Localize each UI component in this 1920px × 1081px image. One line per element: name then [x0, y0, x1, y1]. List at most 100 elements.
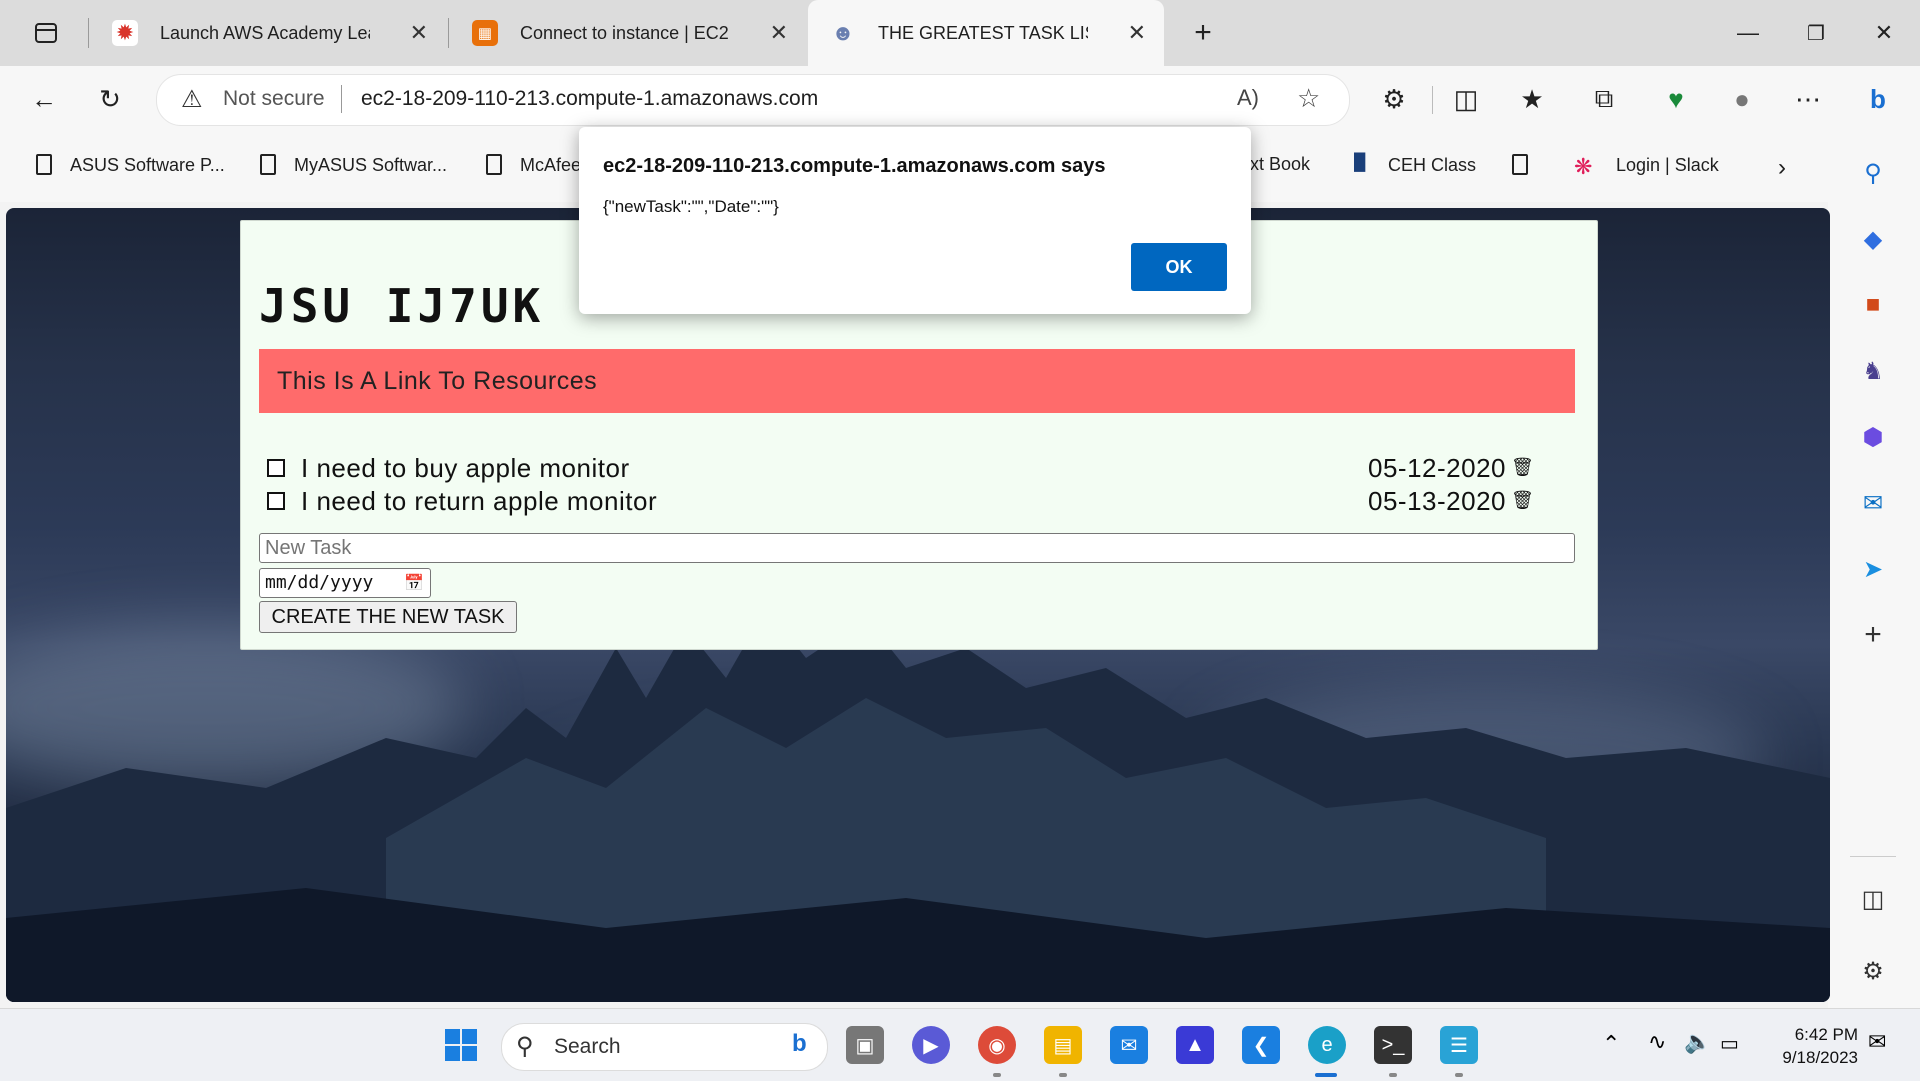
teams-chat-icon[interactable]: ▶: [912, 1026, 950, 1064]
favorite-ceh-class[interactable]: █ CEH Class: [1354, 154, 1476, 176]
tab-title: THE GREATEST TASK LIST: [878, 22, 1088, 43]
taskbar-search-label: Search: [554, 1035, 621, 1058]
split-screen-icon[interactable]: ◫: [1444, 77, 1488, 121]
dialog-ok-button[interactable]: OK: [1131, 243, 1227, 291]
vscode-icon[interactable]: ❮: [1242, 1026, 1280, 1064]
sidebar-settings-icon[interactable]: ⚙: [1856, 954, 1890, 988]
favorite-mcafee[interactable]: McAfee: [486, 154, 581, 176]
task-view-icon[interactable]: ▣: [846, 1026, 884, 1064]
powerapps-icon[interactable]: ▲: [1176, 1026, 1214, 1064]
search-icon[interactable]: ⚲: [1856, 156, 1890, 190]
tab-task-list[interactable]: ☻ THE GREATEST TASK LIST ✕: [808, 0, 1164, 66]
warning-icon: ⚠: [181, 86, 203, 113]
favorite-label: CEH Class: [1388, 154, 1477, 175]
task-date: 05-13-2020: [1368, 486, 1506, 516]
web-page: JSU IJ7UK This Is A Link To Resources I …: [6, 208, 1830, 1002]
favorite-text-book[interactable]: xt Book: [1250, 154, 1310, 175]
profile-icon[interactable]: ●: [1720, 77, 1764, 121]
document-icon: [1512, 154, 1528, 175]
delete-task-icon[interactable]: 🗑: [1511, 490, 1534, 511]
book-icon: █: [1354, 154, 1366, 171]
battery-icon[interactable]: ▭: [1720, 1031, 1739, 1056]
task-date-input[interactable]: mm/dd/yyyy 📅: [259, 568, 431, 598]
address-bar[interactable]: ⚠ Not secure ec2-18-209-110-213.compute-…: [156, 74, 1350, 126]
close-tab-icon[interactable]: ✕: [1128, 20, 1146, 46]
document-icon: [36, 154, 52, 175]
restore-icon[interactable]: ❐: [1794, 11, 1838, 55]
dialog-message: {"newTask":"","Date":""}: [603, 197, 779, 216]
hide-sidebar-icon[interactable]: ◫: [1856, 882, 1890, 916]
edge-icon[interactable]: e: [1308, 1026, 1346, 1064]
chrome-icon[interactable]: ◉: [978, 1026, 1016, 1064]
wifi-icon[interactable]: ∿: [1648, 1029, 1666, 1055]
edge-sidebar: ⚲ ◆ ■ ♞ ⬢ ✉ ➤ + ◫ ⚙: [1828, 132, 1920, 1008]
resources-link[interactable]: This Is A Link To Resources: [259, 349, 1575, 413]
microsoft365-icon[interactable]: ⬢: [1856, 420, 1890, 454]
show-hidden-icons-chevron-icon[interactable]: ⌃: [1602, 1031, 1620, 1057]
task-date: 05-12-2020: [1368, 453, 1506, 483]
date-placeholder: mm/dd/yyyy: [265, 572, 374, 593]
shopping-tag-icon[interactable]: ◆: [1856, 222, 1890, 256]
extensions-icon[interactable]: ⚙: [1372, 77, 1416, 121]
tab-aws-academy[interactable]: ✹ Launch AWS Academy Lear ✕: [90, 6, 446, 60]
system-clock[interactable]: 6:42 PM 9/18/2023: [1764, 1023, 1858, 1069]
games-icon[interactable]: ♞: [1856, 354, 1890, 388]
tab-strip: ✹ Launch AWS Academy Lear ✕ ▦ Connect to…: [0, 0, 1920, 66]
browser-essentials-icon[interactable]: ♥: [1654, 77, 1698, 121]
add-sidebar-item-icon[interactable]: +: [1856, 618, 1890, 652]
security-label[interactable]: Not secure: [223, 87, 325, 111]
tab-ec2[interactable]: ▦ Connect to instance | EC2 | ✕: [450, 6, 806, 60]
outlook-icon[interactable]: ✉: [1856, 486, 1890, 520]
bing-icon: b: [792, 1030, 807, 1057]
refresh-icon[interactable]: ↻: [88, 77, 132, 121]
favorites-icon[interactable]: ★: [1510, 77, 1554, 121]
tools-icon[interactable]: ■: [1856, 288, 1890, 322]
notifications-icon[interactable]: ✉: [1868, 1029, 1886, 1055]
taskbar-search[interactable]: ⚲ Search b: [501, 1023, 828, 1071]
more-options-icon[interactable]: ⋯: [1786, 77, 1830, 121]
favorite-myasus-software[interactable]: MyASUS Softwar...: [260, 154, 447, 176]
favorites-overflow-chevron-icon[interactable]: ›: [1778, 154, 1786, 182]
new-task-input[interactable]: New Task: [259, 533, 1575, 563]
new-tab-icon[interactable]: +: [1181, 11, 1225, 55]
app-logo: JSU IJ7UK: [259, 279, 545, 333]
aws-academy-icon: ✹: [112, 20, 138, 46]
favorite-untitled[interactable]: [1512, 154, 1546, 176]
favorite-star-icon[interactable]: ☆: [1297, 83, 1320, 114]
collections-icon[interactable]: ⧉: [1582, 77, 1626, 121]
document-icon: [486, 154, 502, 175]
back-icon[interactable]: ←: [22, 77, 66, 121]
bing-copilot-icon[interactable]: b: [1856, 77, 1900, 121]
close-tab-icon[interactable]: ✕: [770, 20, 788, 46]
terminal-icon[interactable]: >_: [1374, 1026, 1412, 1064]
close-window-icon[interactable]: ✕: [1862, 11, 1906, 55]
read-aloud-icon[interactable]: A): [1237, 85, 1259, 111]
close-tab-icon[interactable]: ✕: [410, 20, 428, 46]
clock-time: 6:42 PM: [1794, 1025, 1858, 1044]
windows-start-icon[interactable]: [442, 1026, 480, 1064]
volume-icon[interactable]: 🔈: [1684, 1029, 1711, 1055]
delete-task-icon[interactable]: 🗑: [1511, 457, 1534, 478]
task-checkbox[interactable]: [267, 492, 285, 510]
minimize-icon[interactable]: —: [1726, 11, 1770, 55]
favorite-label: ASUS Software P...: [70, 154, 225, 175]
task-checkbox[interactable]: [267, 459, 285, 477]
clock-date: 9/18/2023: [1782, 1048, 1858, 1067]
tab-title: Connect to instance | EC2 |: [520, 22, 730, 43]
favorite-slack[interactable]: ❋ Login | Slack: [1574, 154, 1719, 179]
tab-actions-icon[interactable]: [24, 11, 68, 55]
task-row: I need to buy apple monitor 05-12-2020 🗑: [267, 453, 1557, 489]
ec2-icon: ▦: [472, 20, 498, 46]
drop-send-icon[interactable]: ➤: [1856, 552, 1890, 586]
url-text[interactable]: ec2-18-209-110-213.compute-1.amazonaws.c…: [361, 87, 818, 111]
notepad-icon[interactable]: ☰: [1440, 1026, 1478, 1064]
document-icon: [260, 154, 276, 175]
task-text: I need to buy apple monitor: [301, 453, 630, 483]
windows-taskbar: ⚲ Search b ▣ ▶ ◉ ▤ ✉ ▲ ❮ e >_ ☰ ⌃ ∿ 🔈 ▭ …: [0, 1008, 1920, 1081]
favorite-asus-software[interactable]: ASUS Software P...: [36, 154, 225, 176]
mail-icon[interactable]: ✉: [1110, 1026, 1148, 1064]
create-task-button[interactable]: CREATE THE NEW TASK: [259, 601, 517, 633]
file-explorer-icon[interactable]: ▤: [1044, 1026, 1082, 1064]
task-row: I need to return apple monitor 05-13-202…: [267, 486, 1557, 522]
calendar-icon[interactable]: 📅: [404, 569, 424, 597]
